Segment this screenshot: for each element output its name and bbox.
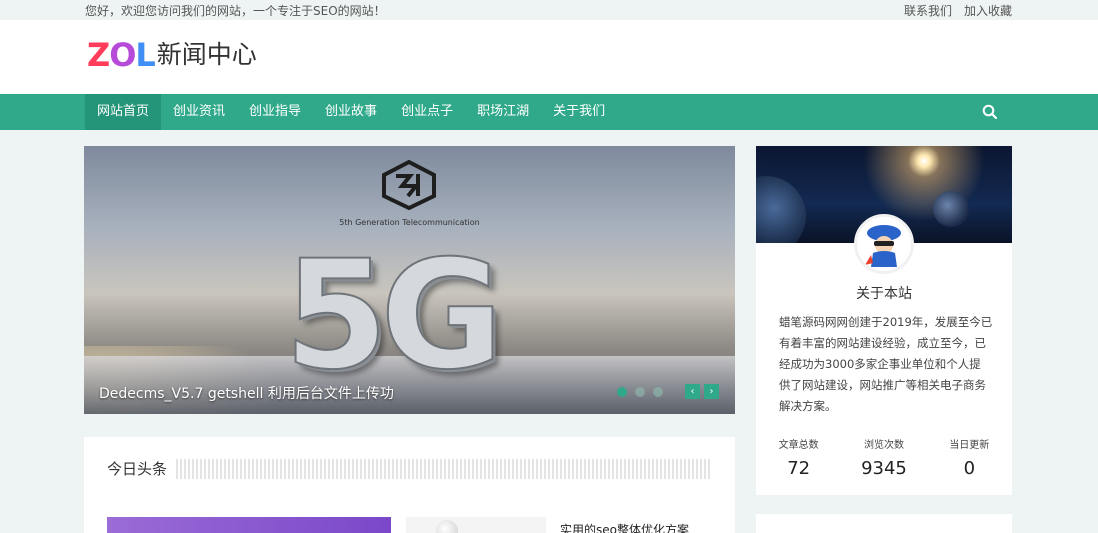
site-header: ZOL 新闻中心 xyxy=(0,20,1098,94)
nav-item-guide[interactable]: 创业指导 xyxy=(237,94,313,130)
article-thumbnail[interactable] xyxy=(107,517,391,533)
top-bar: 您好，欢迎您访问我们的网站，一个专注于SEO的网站！ 联系我们 加入收藏 xyxy=(0,0,1098,20)
stat-article-count: 文章总数 72 xyxy=(778,440,819,479)
article-title-link[interactable]: 实用的seo整体优化方案 xyxy=(560,521,689,533)
slider-dot[interactable] xyxy=(635,387,645,397)
hero-slider[interactable]: 5th Generation Telecommunication 5G Dede… xyxy=(84,146,735,414)
article-thumbnail[interactable] xyxy=(406,517,546,533)
brand-logo-icon xyxy=(382,160,436,210)
hero-5g-graphic: 5G xyxy=(283,229,504,403)
title-divider xyxy=(176,459,712,479)
nav-item-stories[interactable]: 创业故事 xyxy=(313,94,389,130)
top-links: 联系我们 加入收藏 xyxy=(904,2,1012,19)
slide-caption[interactable]: Dedecms_V5.7 getshell 利用后台文件上传功 xyxy=(99,383,394,403)
today-headlines-panel: 今日头条 实用的seo整体优化方案 xyxy=(84,437,735,533)
nav-item-news[interactable]: 创业资讯 xyxy=(161,94,237,130)
section-title: 今日头条 xyxy=(107,460,168,478)
avatar xyxy=(854,214,914,274)
nav-item-home[interactable]: 网站首页 xyxy=(85,94,162,130)
logo-zol: ZOL xyxy=(87,36,156,74)
nav-item-ideas[interactable]: 创业点子 xyxy=(389,94,465,130)
stat-view-count: 浏览次数 9345 xyxy=(861,440,907,479)
main-nav: 网站首页 创业资讯 创业指导 创业故事 创业点子 职场江湖 关于我们 xyxy=(0,94,1098,130)
stat-today-updates: 当日更新 0 xyxy=(949,440,990,479)
about-description: 蜡笔源码网网创建于2019年，发展至今已有着丰富的网站建设经验，成立至今，已经成… xyxy=(779,315,993,413)
slider-arrows: ‹ › xyxy=(685,384,719,399)
nav-item-about[interactable]: 关于我们 xyxy=(541,94,617,130)
next-slide-button[interactable]: › xyxy=(704,384,719,399)
nav-item-workplace[interactable]: 职场江湖 xyxy=(465,94,541,130)
about-heading: 关于本站 xyxy=(856,286,912,302)
mascot-icon xyxy=(865,225,901,267)
site-logo[interactable]: ZOL 新闻中心 xyxy=(87,39,257,71)
slider-dot[interactable] xyxy=(653,387,663,397)
logo-text: 新闻中心 xyxy=(156,40,257,69)
site-stats: 文章总数 72 浏览次数 9345 当日更新 0 xyxy=(756,436,1012,479)
add-favorite-link[interactable]: 加入收藏 xyxy=(964,2,1012,19)
sidebar-panel xyxy=(756,514,1012,533)
slider-dots xyxy=(617,387,663,397)
brand-text: 5th Generation Telecommunication xyxy=(339,218,480,227)
contact-link[interactable]: 联系我们 xyxy=(904,2,952,19)
about-site-card: 关于本站 蜡笔源码网网创建于2019年，发展至今已有着丰富的网站建设经验，成立至… xyxy=(756,146,1012,495)
search-icon[interactable] xyxy=(982,104,998,120)
prev-slide-button[interactable]: ‹ xyxy=(685,384,700,399)
welcome-text: 您好，欢迎您访问我们的网站，一个专注于SEO的网站！ xyxy=(85,4,386,18)
slider-dot[interactable] xyxy=(617,387,627,397)
